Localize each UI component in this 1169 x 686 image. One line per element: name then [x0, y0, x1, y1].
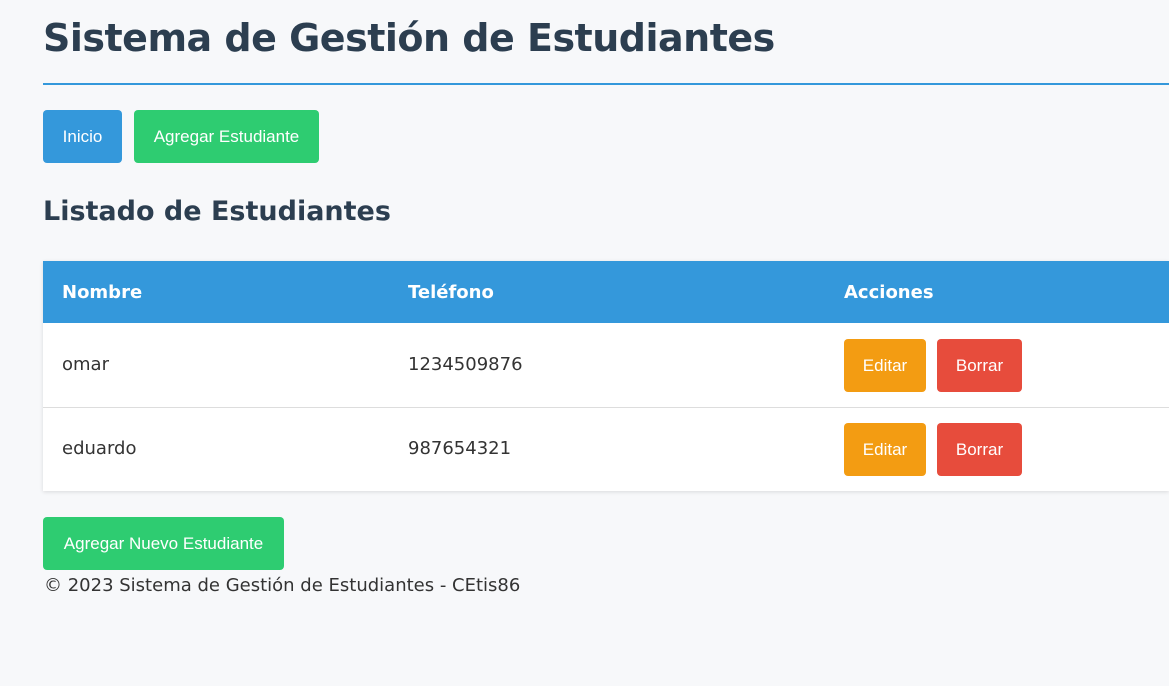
delete-button[interactable]: Borrar [937, 423, 1022, 476]
student-phone: 1234509876 [408, 354, 523, 375]
table-row: omar 1234509876 Editar Borrar [43, 323, 1169, 408]
table-header: Nombre Teléfono Acciones [43, 261, 1169, 323]
edit-button[interactable]: Editar [844, 423, 926, 476]
page-title: Sistema de Gestión de Estudiantes [43, 16, 775, 60]
table-row: eduardo 987654321 Editar Borrar [43, 407, 1169, 491]
delete-button[interactable]: Borrar [937, 339, 1022, 392]
footer-text: © 2023 Sistema de Gestión de Estudiantes… [44, 575, 521, 596]
add-new-student-button[interactable]: Agregar Nuevo Estudiante [43, 517, 284, 570]
column-header-actions: Acciones [844, 282, 934, 303]
title-divider [43, 83, 1169, 85]
student-name: omar [62, 354, 109, 375]
add-student-button[interactable]: Agregar Estudiante [134, 110, 319, 163]
home-button[interactable]: Inicio [43, 110, 122, 163]
edit-button[interactable]: Editar [844, 339, 926, 392]
list-title: Listado de Estudiantes [43, 196, 391, 227]
column-header-phone: Teléfono [408, 282, 494, 303]
student-name: eduardo [62, 438, 137, 459]
student-phone: 987654321 [408, 438, 512, 459]
column-header-name: Nombre [62, 282, 143, 303]
students-table: Nombre Teléfono Acciones omar 1234509876… [43, 261, 1169, 491]
